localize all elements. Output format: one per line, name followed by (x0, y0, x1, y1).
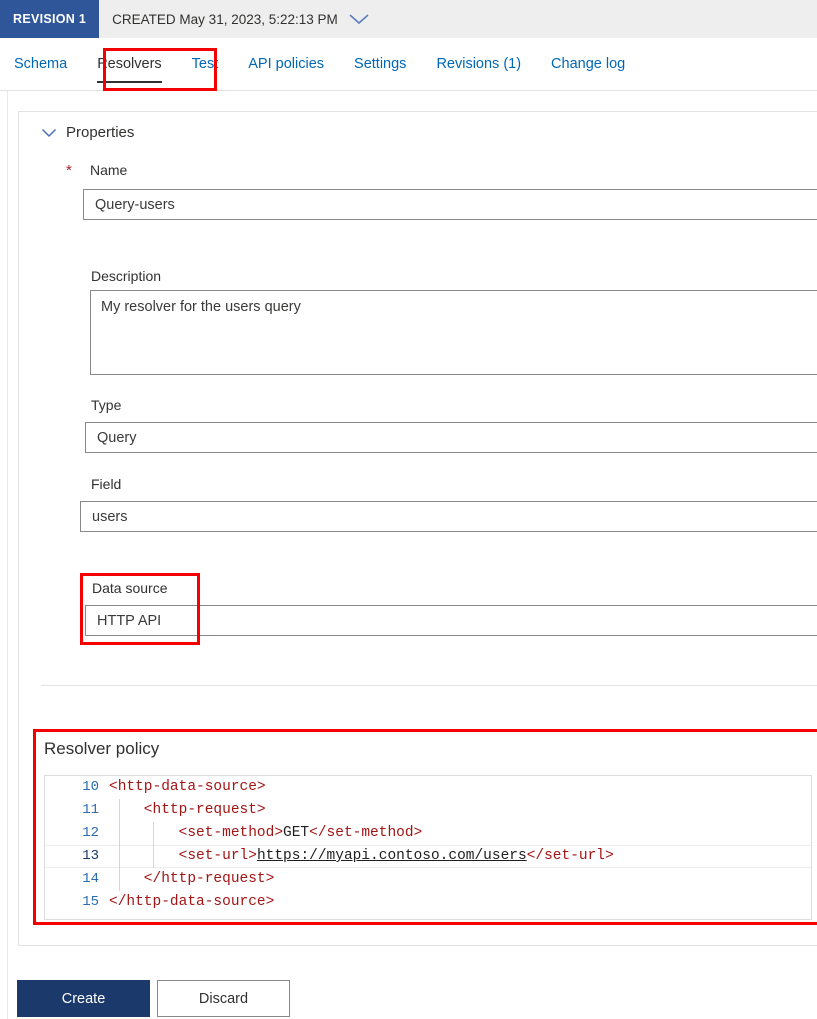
code-line[interactable]: 13 <set-url>https://myapi.contoso.com/us… (45, 845, 811, 868)
code-text: <http-data-source> (109, 776, 266, 799)
type-label: Type (91, 397, 122, 413)
page-left-edge (7, 91, 8, 1019)
code-token-tag: </http-data-source> (109, 894, 275, 910)
revision-created-info[interactable]: CREATED May 31, 2023, 5:22:13 PM (112, 12, 370, 27)
line-number: 15 (82, 894, 99, 910)
section-divider (41, 685, 817, 686)
line-number: 13 (82, 848, 99, 864)
code-token-link[interactable]: https://myapi.contoso.com/users (257, 848, 527, 864)
code-line[interactable]: 12 <set-method>GET</set-method> (45, 822, 811, 845)
name-input[interactable]: Query-users (83, 189, 817, 220)
code-line[interactable]: 11 <http-request> (45, 799, 811, 822)
line-number: 12 (82, 825, 99, 841)
data-source-label: Data source (92, 580, 168, 596)
properties-section-header[interactable]: Properties (41, 124, 134, 141)
tab-schema[interactable]: Schema (14, 38, 67, 90)
chevron-down-icon[interactable] (41, 128, 57, 138)
tab-test[interactable]: Test (192, 38, 219, 90)
resolver-policy-code-editor[interactable]: 10 <http-data-source> 11 <http-request> 12 … (44, 775, 812, 920)
code-token-tag: <http-data-source> (109, 779, 266, 795)
indent-guide (153, 822, 154, 868)
description-textarea[interactable]: My resolver for the users query (90, 290, 817, 375)
tab-settings[interactable]: Settings (354, 38, 406, 90)
code-token-tag: </http-request> (109, 871, 275, 887)
indent-guide (119, 799, 120, 891)
api-management-resolver-page: REVISION 1 CREATED May 31, 2023, 5:22:13… (0, 0, 817, 1019)
chevron-down-icon[interactable] (348, 13, 370, 25)
resolver-policy-title: Resolver policy (44, 739, 160, 758)
code-token-tag: <set-url> (109, 848, 257, 864)
tab-revisions[interactable]: Revisions (1) (436, 38, 521, 90)
name-label: Name (90, 162, 128, 178)
required-asterisk: * (66, 162, 72, 179)
line-number: 14 (82, 871, 99, 887)
code-line[interactable]: 15 </http-data-source> (45, 891, 811, 914)
code-token-tag: <set-method> (109, 825, 284, 841)
code-text: <set-url>https://myapi.contoso.com/users… (109, 845, 614, 868)
type-input[interactable]: Query (85, 422, 817, 453)
revision-created-text: CREATED May 31, 2023, 5:22:13 PM (112, 11, 338, 27)
field-label: Field (91, 476, 122, 492)
create-button[interactable]: Create (17, 980, 150, 1017)
code-line[interactable]: 14 </http-request> (45, 868, 811, 891)
field-input[interactable]: users (80, 501, 817, 532)
revision-bar: REVISION 1 CREATED May 31, 2023, 5:22:13… (0, 0, 817, 38)
line-number: 10 (82, 779, 99, 795)
code-text: <http-request> (109, 799, 266, 822)
tab-change-log[interactable]: Change log (551, 38, 625, 90)
code-text: </http-data-source> (109, 891, 274, 914)
code-token-tag: </set-method> (309, 825, 423, 841)
discard-button[interactable]: Discard (157, 980, 290, 1017)
tab-bar: Schema Resolvers Test API policies Setti… (0, 38, 817, 91)
tab-api-policies[interactable]: API policies (248, 38, 324, 90)
revision-badge: REVISION 1 (0, 0, 100, 38)
line-number: 11 (82, 802, 99, 818)
code-line[interactable]: 10 <http-data-source> (45, 776, 811, 799)
tab-resolvers[interactable]: Resolvers (97, 38, 163, 90)
properties-title: Properties (66, 124, 135, 141)
code-token-plain: GET (283, 825, 310, 841)
code-token-tag: <http-request> (109, 802, 266, 818)
description-label: Description (91, 268, 162, 284)
code-token-tag: </set-url> (526, 848, 614, 864)
data-source-input[interactable]: HTTP API (85, 605, 817, 636)
code-text: <set-method>GET</set-method> (109, 822, 423, 845)
code-text: </http-request> (109, 868, 275, 891)
